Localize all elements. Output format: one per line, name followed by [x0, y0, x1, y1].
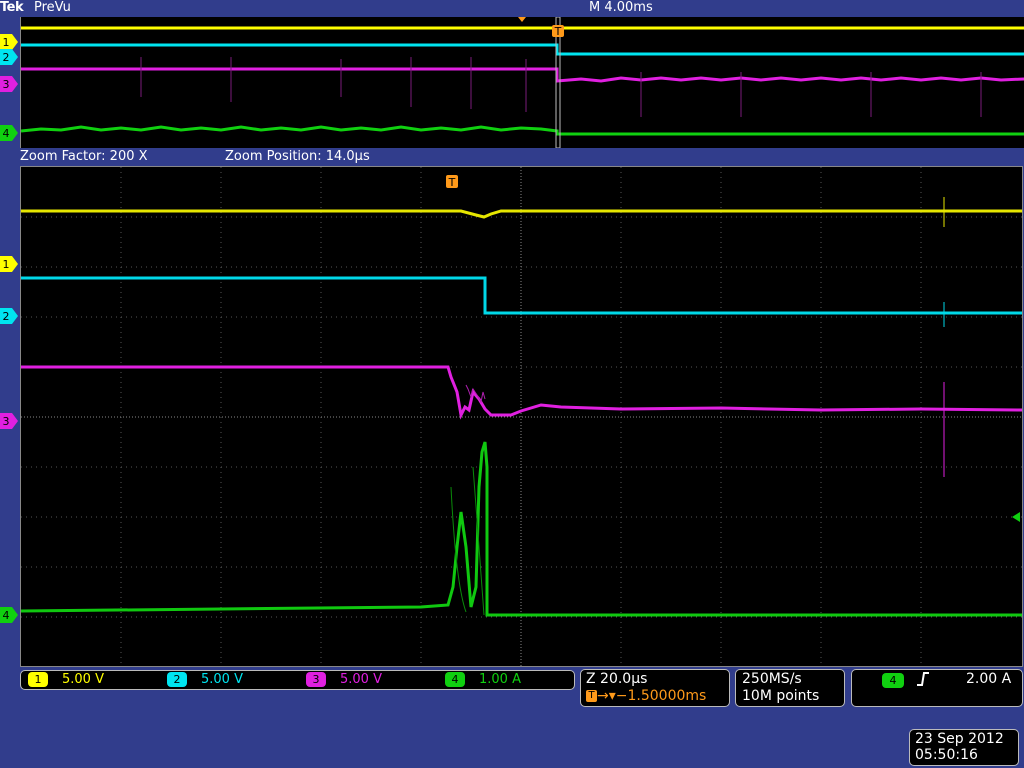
trace-ch2 [21, 276, 1022, 315]
overview-trace-ch3 [21, 67, 1024, 83]
graticule-center [21, 167, 1022, 666]
svg-text:3: 3 [3, 78, 10, 91]
svg-text:T: T [448, 176, 456, 189]
trigger-box[interactable]: 4 2.00 A [851, 669, 1023, 707]
overview-marker-ch2[interactable]: 2 [0, 49, 20, 69]
svg-text:4: 4 [3, 127, 10, 140]
channel-4-scale-value: 1.00 A [479, 672, 521, 687]
channel-3-scale[interactable]: 3 5.00 V [306, 672, 382, 687]
zoom-position: Zoom Position: 14.0µs [225, 149, 370, 164]
marker-ch4[interactable]: 4 [0, 607, 20, 627]
time: 05:50:16 [915, 747, 978, 763]
marker-ch1[interactable]: 1 [0, 256, 20, 276]
record-length: 10M points [742, 688, 820, 704]
trigger-arrow-icon: →▾ [597, 688, 616, 704]
overview-ch3-spikes [140, 57, 982, 117]
trigger-position-icon [518, 17, 526, 22]
svg-text:T: T [554, 25, 562, 38]
datetime-box: 23 Sep 2012 05:50:16 [909, 729, 1019, 766]
channel-3-scale-value: 5.00 V [340, 672, 382, 687]
trigger-source-badge: 4 [882, 673, 904, 688]
overview-marker-ch3[interactable]: 3 [0, 76, 20, 96]
channel-2-scale-value: 5.00 V [201, 672, 243, 687]
svg-text:1: 1 [3, 258, 10, 271]
svg-text:1: 1 [3, 36, 10, 49]
date: 23 Sep 2012 [915, 731, 1004, 747]
svg-text:4: 4 [3, 609, 10, 622]
svg-text:2: 2 [3, 51, 10, 64]
zoom-factor: Zoom Factor: 200 X [20, 149, 148, 164]
channel-3-badge: 3 [306, 672, 326, 687]
tek-logo: Tek [0, 0, 24, 15]
svg-text:3: 3 [3, 415, 10, 428]
zoom-timebase-box[interactable]: Z 20.0µs T →▾−1.50000ms [580, 669, 730, 707]
acquisition-box[interactable]: 250MS/s 10M points [735, 669, 845, 707]
marker-ch3[interactable]: 3 [0, 413, 20, 433]
channel-1-scale-value: 5.00 V [62, 672, 104, 687]
channel-2-scale[interactable]: 2 5.00 V [167, 672, 243, 687]
channel-1-scale[interactable]: 1 5.00 V [28, 672, 104, 687]
overview-trace-ch2 [21, 43, 1024, 56]
channel-2-badge: 2 [167, 672, 187, 687]
zoom-scale: Z 20.0µs [586, 671, 648, 687]
marker-ch2[interactable]: 2 [0, 308, 20, 328]
trigger-level-icon [1012, 512, 1020, 522]
trigger-position-icon: T [586, 690, 597, 702]
trigger-position-row: T →▾−1.50000ms [586, 688, 724, 705]
zoom-waveform-display[interactable]: T [20, 166, 1023, 667]
mode-label: PreVu [34, 0, 71, 15]
channel-1-badge: 1 [28, 672, 48, 687]
overview-marker-ch4[interactable]: 4 [0, 125, 20, 145]
sample-rate: 250MS/s [742, 671, 802, 687]
timebase-readout[interactable]: M 4.00ms [589, 0, 653, 15]
channel-4-scale[interactable]: 4 1.00 A [445, 672, 521, 687]
trigger-level: 2.00 A [966, 671, 1012, 687]
channel-4-badge: 4 [445, 672, 465, 687]
rising-edge-icon [916, 671, 930, 692]
overview-waveform[interactable]: T [20, 16, 1024, 149]
trigger-position-value: −1.50000ms [615, 688, 707, 704]
status-bar: Tek PreVu M 4.00ms [0, 0, 1024, 17]
trace-ch1 [21, 209, 1022, 219]
zoom-trigger-icon: T [446, 175, 458, 189]
svg-text:2: 2 [3, 310, 10, 323]
overview-trace-ch4 [20, 125, 1024, 136]
channel-scale-panel: 1 5.00 V 2 5.00 V 3 5.00 V 4 1.00 A [20, 670, 575, 690]
trace-ch3-ringing [465, 384, 486, 404]
overview-trigger-icon: T [552, 25, 564, 38]
